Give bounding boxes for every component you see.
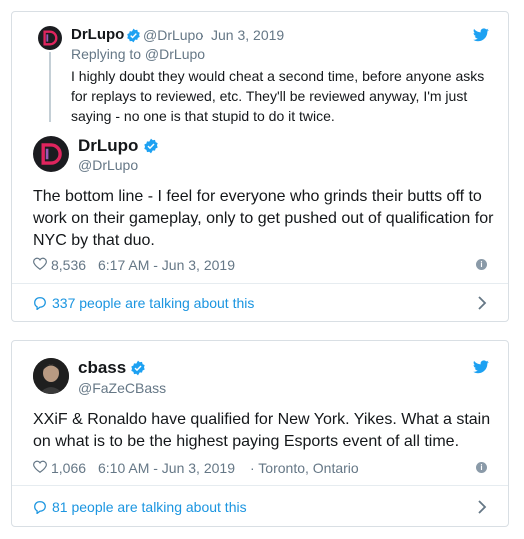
tweet-text: XXiF & Ronaldo have qualified for New Yo… bbox=[33, 411, 491, 450]
talking-about-link[interactable]: 337 people are talking about this bbox=[52, 295, 254, 311]
quoted-dot-separator: · bbox=[200, 27, 205, 43]
card-divider bbox=[12, 485, 508, 486]
card-divider bbox=[12, 283, 508, 284]
tweet-card-cbass[interactable]: cbass @FaZeCBass XXiF & Ronaldo have qua… bbox=[11, 340, 509, 527]
quoted-tweet-text: I highly doubt they would cheat a second… bbox=[71, 68, 485, 124]
quoted-author-handle[interactable]: @DrLupo bbox=[143, 27, 203, 43]
heart-icon[interactable] bbox=[33, 257, 47, 271]
tweet-timestamp[interactable]: 6:17 AM - Jun 3, 2019 bbox=[98, 257, 235, 273]
author-avatar[interactable] bbox=[33, 358, 69, 394]
heart-icon[interactable] bbox=[33, 460, 47, 474]
like-count[interactable]: 1,066 bbox=[51, 460, 86, 476]
quoted-date[interactable]: Jun 3, 2019 bbox=[211, 27, 284, 43]
like-count[interactable]: 8,536 bbox=[51, 257, 86, 273]
info-icon[interactable]: i bbox=[476, 259, 487, 270]
thread-connector-line bbox=[49, 52, 51, 122]
comment-icon bbox=[33, 500, 47, 515]
info-icon[interactable]: i bbox=[476, 462, 487, 473]
author-name[interactable]: DrLupo bbox=[78, 136, 138, 156]
author-avatar[interactable] bbox=[33, 136, 69, 172]
tweet-text: The bottom line - I feel for everyone wh… bbox=[33, 188, 494, 249]
chevron-right-icon[interactable] bbox=[477, 296, 487, 310]
twitter-bird-icon[interactable] bbox=[473, 28, 489, 42]
tweet-location[interactable]: · Toronto, Ontario bbox=[250, 460, 359, 476]
replying-to[interactable]: Replying to @DrLupo bbox=[71, 46, 205, 62]
author-handle[interactable]: @FaZeCBass bbox=[78, 380, 166, 396]
person-photo-icon bbox=[33, 358, 69, 394]
quoted-author-name[interactable]: DrLupo bbox=[71, 26, 124, 43]
quoted-avatar[interactable] bbox=[38, 26, 62, 50]
chevron-right-icon[interactable] bbox=[477, 500, 487, 514]
drlupo-logo-icon bbox=[41, 143, 62, 165]
verified-badge-icon bbox=[130, 360, 146, 381]
twitter-bird-icon[interactable] bbox=[473, 360, 489, 374]
tweet-timestamp[interactable]: 6:10 AM - Jun 3, 2019 bbox=[98, 460, 235, 476]
verified-badge-icon bbox=[143, 138, 159, 159]
author-name[interactable]: cbass bbox=[78, 358, 126, 378]
verified-badge-icon bbox=[126, 28, 141, 48]
talking-about-link[interactable]: 81 people are talking about this bbox=[52, 499, 247, 515]
comment-icon bbox=[33, 296, 47, 311]
tweet-card-drlupo[interactable]: DrLupo @DrLupo · Jun 3, 2019 Replying to… bbox=[11, 11, 509, 322]
author-handle[interactable]: @DrLupo bbox=[78, 157, 138, 173]
drlupo-logo-icon bbox=[43, 30, 58, 46]
